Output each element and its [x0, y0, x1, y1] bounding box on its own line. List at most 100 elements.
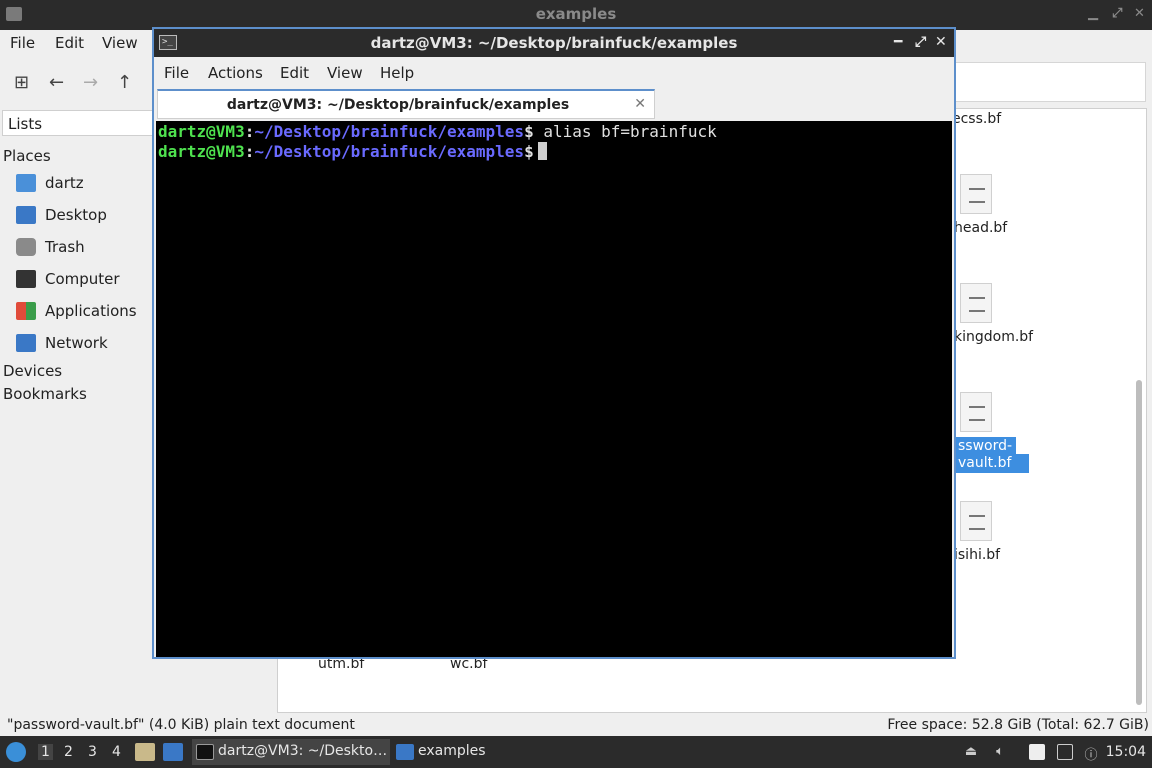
file-name: ecss.bf — [952, 111, 1002, 127]
bookmarks-heading[interactable]: Bookmarks — [3, 385, 87, 403]
file-name: isihi.bf — [954, 547, 1001, 563]
tab-close-icon[interactable]: ✕ — [634, 96, 646, 112]
file-item[interactable]: kingdom.bf — [954, 283, 1034, 347]
file-item[interactable]: utm.bf — [318, 656, 398, 676]
close-icon[interactable]: ✕ — [1134, 6, 1145, 21]
file-view-scrollbar[interactable] — [1128, 110, 1146, 710]
home-folder-icon — [16, 174, 36, 192]
file-item[interactable]: wc.bf — [450, 656, 530, 676]
terminal-tab-label: dartz@VM3: ~/Desktop/brainfuck/examples — [226, 97, 570, 113]
workspace-3[interactable]: 3 — [88, 744, 97, 760]
sidebar-item-trash[interactable]: Trash — [16, 236, 156, 260]
forward-icon[interactable]: → — [83, 72, 98, 93]
prompt-path: ~/Desktop/brainfuck/examples — [254, 122, 525, 141]
sidebar-item-desktop[interactable]: Desktop — [16, 204, 156, 228]
menu-file[interactable]: File — [164, 64, 189, 82]
network-status-icon[interactable] — [1057, 744, 1073, 760]
text-file-icon — [960, 392, 992, 432]
sidebar-item-label: Network — [45, 334, 108, 352]
side-pane-mode-label: Lists — [8, 115, 43, 133]
eject-icon[interactable]: ⏏ — [963, 744, 979, 760]
start-menu-icon[interactable] — [6, 742, 26, 762]
devices-heading[interactable]: Devices — [3, 362, 62, 380]
menu-view[interactable]: View — [102, 34, 138, 52]
applications-icon — [16, 302, 36, 320]
menu-actions[interactable]: Actions — [208, 64, 263, 82]
status-free-space: Free space: 52.8 GiB (Total: 62.7 GiB) — [887, 717, 1149, 733]
menu-help[interactable]: Help — [380, 64, 414, 82]
back-icon[interactable]: ← — [49, 72, 64, 93]
file-name: kingdom.bf — [954, 329, 1034, 345]
task-file-manager[interactable]: examples — [392, 739, 492, 765]
prompt-symbol: $ — [524, 142, 534, 161]
minimize-icon[interactable]: ▁ — [1088, 6, 1098, 21]
sidebar-item-network[interactable]: Network — [16, 332, 156, 356]
new-window-icon[interactable]: ⊞ — [14, 72, 29, 93]
sidebar-item-label: dartz — [45, 174, 84, 192]
task-terminal[interactable]: dartz@VM3: ~/Deskto… — [192, 739, 390, 765]
terminal-titlebar[interactable]: >_ dartz@VM3: ~/Desktop/brainfuck/exampl… — [154, 29, 954, 57]
terminal-output[interactable]: dartz@VM3:~/Desktop/brainfuck/examples$ … — [156, 121, 952, 657]
folder-icon — [396, 744, 414, 760]
scrollbar-thumb[interactable] — [1136, 380, 1142, 705]
menu-view[interactable]: View — [327, 64, 363, 82]
text-file-icon — [960, 283, 992, 323]
terminal-tab[interactable]: dartz@VM3: ~/Desktop/brainfuck/examples … — [157, 89, 655, 119]
path-bar[interactable] — [956, 62, 1146, 102]
terminal-line: dartz@VM3:~/Desktop/brainfuck/examples$ — [156, 142, 952, 162]
sidebar-item-dartz[interactable]: dartz — [16, 172, 156, 196]
clipboard-icon[interactable] — [1029, 744, 1045, 760]
file-name-line2: vault.bf — [954, 454, 1030, 473]
network-icon — [16, 334, 36, 352]
desktop-icon — [16, 206, 36, 224]
menu-edit[interactable]: Edit — [280, 64, 309, 82]
menu-file[interactable]: File — [10, 34, 35, 52]
terminal-window[interactable]: >_ dartz@VM3: ~/Desktop/brainfuck/exampl… — [152, 27, 956, 659]
sidebar-item-label: Computer — [45, 270, 120, 288]
file-item[interactable]: isihi.bf — [954, 501, 1034, 565]
text-cursor — [537, 142, 547, 160]
file-manager-title: examples — [535, 5, 617, 23]
status-selection-info: "password-vault.bf" (4.0 KiB) plain text… — [7, 717, 355, 733]
terminal-title: dartz@VM3: ~/Desktop/brainfuck/examples — [370, 34, 738, 52]
file-name: head.bf — [954, 220, 1008, 236]
workspace-2[interactable]: 2 — [64, 744, 73, 760]
text-file-icon — [960, 174, 992, 214]
task-label: examples — [418, 743, 486, 759]
status-bar: "password-vault.bf" (4.0 KiB) plain text… — [0, 714, 1152, 736]
file-item[interactable]: ecss.bf — [952, 110, 1032, 132]
menu-edit[interactable]: Edit — [55, 34, 84, 52]
close-icon[interactable]: ✕ — [935, 34, 947, 50]
file-manager-titlebar: examples ▁ ⤢ ✕ — [0, 0, 1152, 30]
minimize-icon[interactable]: ━ — [894, 34, 902, 50]
computer-icon — [16, 270, 36, 288]
prompt-symbol: $ — [524, 122, 534, 141]
maximize-icon[interactable]: ⤢ — [915, 34, 926, 50]
text-file-icon — [960, 501, 992, 541]
terminal-menubar: File Actions Edit View Help — [154, 57, 954, 87]
clock[interactable]: 15:04 — [1106, 744, 1146, 760]
up-icon[interactable]: ↑ — [117, 72, 132, 93]
sidebar-item-applications[interactable]: Applications — [16, 300, 156, 324]
prompt-user: dartz@VM3 — [158, 122, 245, 141]
file-item[interactable]: head.bf — [954, 174, 1034, 238]
workspace-4[interactable]: 4 — [112, 744, 121, 760]
sidebar-item-label: Applications — [45, 302, 137, 320]
workspace-1[interactable]: 1 — [38, 744, 53, 760]
side-pane-mode-select[interactable]: Lists — [2, 110, 162, 136]
prompt-path: ~/Desktop/brainfuck/examples — [254, 142, 525, 161]
terminal-icon — [196, 744, 214, 760]
notification-icon[interactable]: ⓘ — [1083, 744, 1099, 763]
sidebar-item-computer[interactable]: Computer — [16, 268, 156, 292]
task-label: dartz@VM3: ~/Deskto… — [218, 743, 388, 759]
sidebar-item-label: Trash — [45, 238, 85, 256]
terminal-line: dartz@VM3:~/Desktop/brainfuck/examples$ … — [156, 122, 952, 142]
file-item-selected[interactable]: ssword- vault.bf — [954, 392, 1034, 474]
volume-icon[interactable]: 🔈︎ — [992, 744, 1008, 760]
file-manager-launcher-icon[interactable] — [135, 743, 155, 761]
maximize-icon[interactable]: ⤢ — [1112, 6, 1122, 21]
prompt-colon: : — [244, 122, 255, 141]
command-text: alias bf=brainfuck — [533, 122, 717, 141]
places-heading[interactable]: Places — [3, 147, 51, 165]
show-desktop-icon[interactable] — [163, 743, 183, 761]
